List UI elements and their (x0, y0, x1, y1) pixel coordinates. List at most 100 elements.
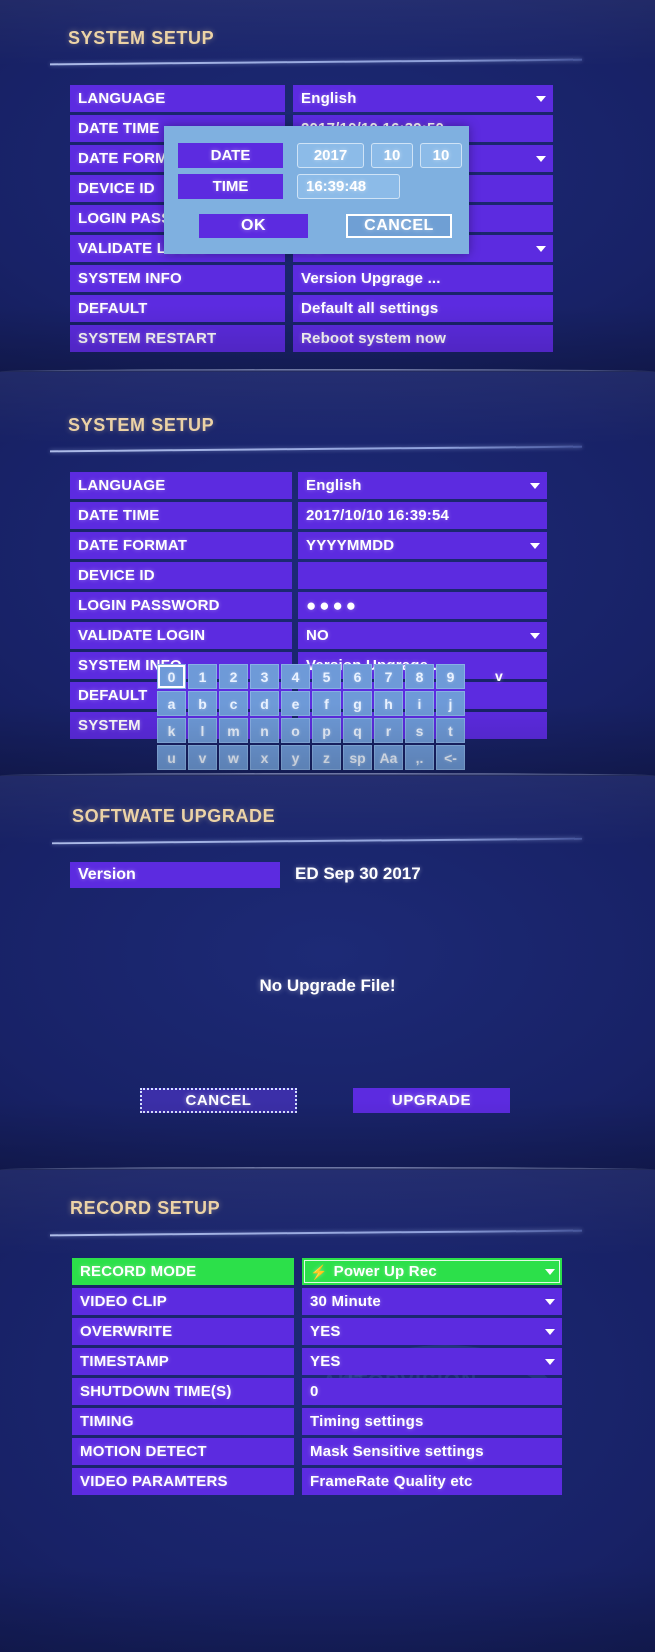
table-row[interactable]: DATE TIME 2017/10/10 16:39:54 (70, 502, 547, 529)
row-value[interactable]: Timing settings (302, 1408, 562, 1435)
table-row[interactable]: TIMESTAMP YES (72, 1348, 562, 1375)
keyboard-key-w[interactable]: w (219, 745, 248, 770)
table-row[interactable]: LOGIN PASSWORD ●●●● (70, 592, 547, 619)
chevron-down-icon[interactable] (545, 1298, 555, 1305)
date-day-field[interactable]: 10 (420, 143, 462, 168)
table-row[interactable]: DEFAULT Default all settings (70, 295, 553, 322)
row-value[interactable]: ●●●● (298, 592, 547, 619)
date-year-field[interactable]: 2017 (297, 143, 364, 168)
row-value[interactable]: 2017/10/10 16:39:54 (298, 502, 547, 529)
chevron-down-icon[interactable] (530, 632, 540, 639)
ok-button[interactable]: OK (199, 214, 308, 238)
keyboard-key-q[interactable]: q (343, 718, 372, 743)
keyboard-key-[interactable]: <- (436, 745, 465, 770)
table-row[interactable]: VALIDATE LOGIN NO (70, 622, 547, 649)
keyboard-key-g[interactable]: g (343, 691, 372, 716)
chevron-down-icon[interactable] (545, 1358, 555, 1365)
row-value[interactable]: 0 (302, 1378, 562, 1405)
keyboard-key-s[interactable]: s (405, 718, 434, 743)
keyboard-key-8[interactable]: 8 (405, 664, 434, 689)
keyboard-key-Aa[interactable]: Aa (374, 745, 403, 770)
table-row[interactable]: SYSTEM INFO Version Upgrage ... (70, 265, 553, 292)
row-value[interactable]: 30 Minute (302, 1288, 562, 1315)
chevron-down-icon[interactable] (545, 1268, 555, 1275)
keyboard-key-k[interactable]: k (157, 718, 186, 743)
cancel-button[interactable]: CANCEL (140, 1088, 297, 1113)
table-row[interactable]: MOTION DETECT Mask Sensitive settings (72, 1438, 562, 1465)
table-row[interactable]: RECORD MODE ⚡ Power Up Rec (72, 1258, 562, 1285)
keyboard-key-o[interactable]: o (281, 718, 310, 743)
row-value[interactable]: YYYYMMDD (298, 532, 547, 559)
keyboard-key-9[interactable]: 9 (436, 664, 465, 689)
on-screen-keyboard[interactable]: 0 1 2 3 4 5 6 7 8 9 a b c d e f g h i j k l m n o p q r s t u v w x y z sp Aa… (157, 664, 465, 772)
row-value[interactable]: FrameRate Quality etc (302, 1468, 562, 1495)
keyboard-key-j[interactable]: j (436, 691, 465, 716)
keyboard-key-f[interactable]: f (312, 691, 341, 716)
keyboard-key-1[interactable]: 1 (188, 664, 217, 689)
row-value[interactable]: English (293, 85, 553, 112)
chevron-down-icon[interactable] (545, 1328, 555, 1335)
chevron-down-icon[interactable] (530, 542, 540, 549)
upgrade-button[interactable]: UPGRADE (353, 1088, 510, 1113)
keyboard-key-6[interactable]: 6 (343, 664, 372, 689)
row-value[interactable]: ⚡ Power Up Rec (302, 1258, 562, 1285)
keyboard-key-u[interactable]: u (157, 745, 186, 770)
keyboard-key-n[interactable]: n (250, 718, 279, 743)
bolt-icon: ⚡ (310, 1263, 328, 1280)
keyboard-key-r[interactable]: r (374, 718, 403, 743)
table-row[interactable]: VIDEO PARAMTERS FrameRate Quality etc (72, 1468, 562, 1495)
table-row[interactable]: DATE FORMAT YYYYMMDD (70, 532, 547, 559)
row-value[interactable]: Reboot system now (293, 325, 553, 352)
row-value-text: Timing settings (310, 1413, 424, 1430)
keyboard-key-v[interactable]: v (188, 745, 217, 770)
keyboard-key-[interactable]: ,. (405, 745, 434, 770)
table-row[interactable]: TIMING Timing settings (72, 1408, 562, 1435)
keyboard-key-sp[interactable]: sp (343, 745, 372, 770)
keyboard-key-7[interactable]: 7 (374, 664, 403, 689)
row-value[interactable]: Default all settings (293, 295, 553, 322)
keyboard-row: u v w x y z sp Aa,. <- (157, 745, 465, 770)
keyboard-key-0[interactable]: 0 (157, 664, 186, 689)
keyboard-key-c[interactable]: c (219, 691, 248, 716)
keyboard-key-h[interactable]: h (374, 691, 403, 716)
chevron-down-icon[interactable] (530, 482, 540, 489)
keyboard-key-p[interactable]: p (312, 718, 341, 743)
keyboard-key-m[interactable]: m (219, 718, 248, 743)
row-label: LANGUAGE (70, 85, 285, 112)
row-value[interactable]: Mask Sensitive settings (302, 1438, 562, 1465)
table-row[interactable]: LANGUAGE English (70, 85, 553, 112)
cancel-button[interactable]: CANCEL (346, 214, 452, 238)
keyboard-key-b[interactable]: b (188, 691, 217, 716)
keyboard-key-3[interactable]: 3 (250, 664, 279, 689)
table-row[interactable]: VIDEO CLIP 30 Minute (72, 1288, 562, 1315)
keyboard-key-4[interactable]: 4 (281, 664, 310, 689)
table-row[interactable]: OVERWRITE YES (72, 1318, 562, 1345)
keyboard-key-t[interactable]: t (436, 718, 465, 743)
keyboard-key-y[interactable]: y (281, 745, 310, 770)
date-month-field[interactable]: 10 (371, 143, 413, 168)
chevron-down-icon[interactable] (536, 155, 546, 162)
keyboard-key-z[interactable]: z (312, 745, 341, 770)
keyboard-key-l[interactable]: l (188, 718, 217, 743)
keyboard-key-a[interactable]: a (157, 691, 186, 716)
title-divider (50, 58, 582, 66)
row-value[interactable]: YES (302, 1318, 562, 1345)
row-value[interactable]: English (298, 472, 547, 499)
table-row[interactable]: LANGUAGE English (70, 472, 547, 499)
keyboard-key-d[interactable]: d (250, 691, 279, 716)
chevron-down-icon[interactable] (536, 95, 546, 102)
row-value[interactable]: YES (302, 1348, 562, 1375)
keyboard-key-x[interactable]: x (250, 745, 279, 770)
row-value[interactable] (298, 562, 547, 589)
row-value[interactable]: Version Upgrage ... (293, 265, 553, 292)
chevron-down-icon[interactable] (536, 245, 546, 252)
keyboard-key-2[interactable]: 2 (219, 664, 248, 689)
table-row[interactable]: SYSTEM RESTART Reboot system now (70, 325, 553, 352)
keyboard-key-i[interactable]: i (405, 691, 434, 716)
keyboard-key-e[interactable]: e (281, 691, 310, 716)
time-field[interactable]: 16:39:48 (297, 174, 400, 199)
table-row[interactable]: DEVICE ID (70, 562, 547, 589)
keyboard-key-5[interactable]: 5 (312, 664, 341, 689)
row-value[interactable]: NO (298, 622, 547, 649)
table-row[interactable]: SHUTDOWN TIME(S) 0 (72, 1378, 562, 1405)
